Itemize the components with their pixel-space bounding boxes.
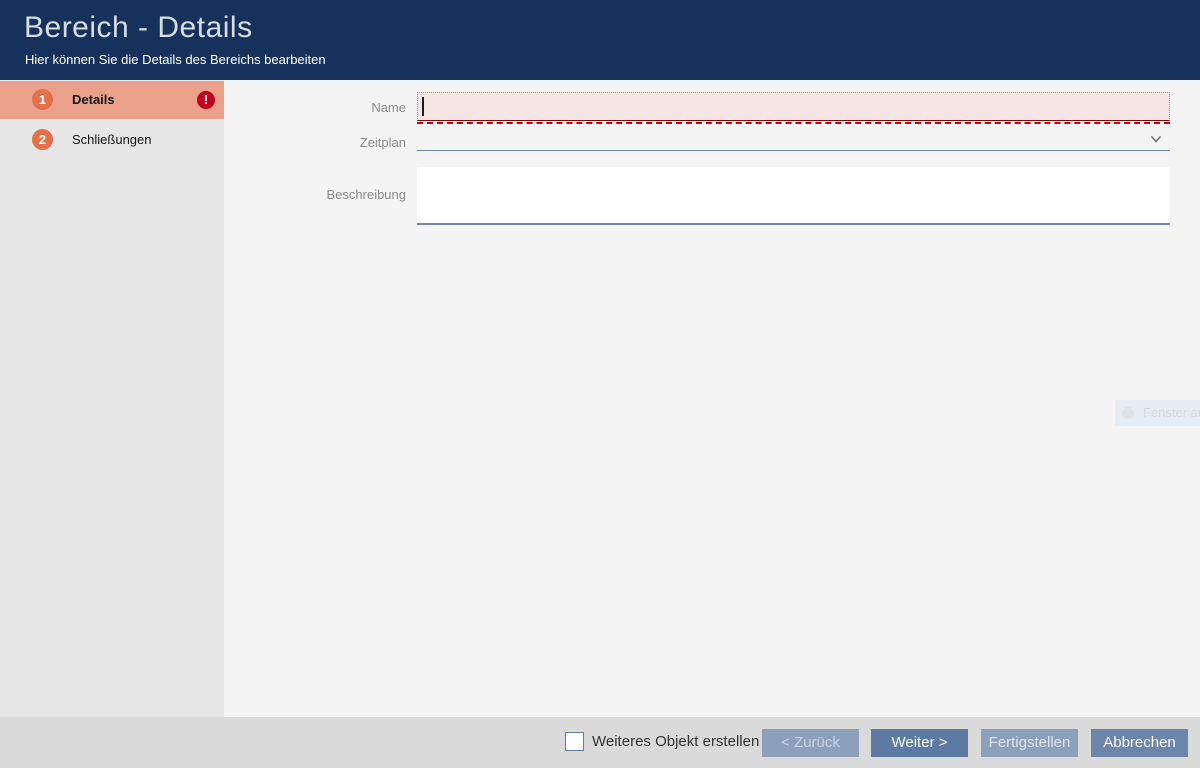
- step-label: Schließungen: [72, 121, 152, 159]
- name-label: Name: [226, 100, 406, 115]
- wizard-window: Bereich - Details Hier können Sie die De…: [0, 0, 1200, 768]
- zeitplan-label: Zeitplan: [226, 135, 406, 150]
- name-input[interactable]: [417, 92, 1170, 121]
- pin-icon: [1122, 407, 1134, 419]
- zeitplan-dropdown[interactable]: [417, 128, 1170, 151]
- footer-bar: Weiteres Objekt erstellen < Zurück Weite…: [0, 717, 1200, 768]
- page-title: Bereich - Details: [24, 11, 253, 45]
- step-number-badge: 1: [32, 89, 53, 110]
- weiteres-objekt-checkbox[interactable]: [565, 732, 584, 751]
- step-item-schliessungen[interactable]: 2 Schließungen: [0, 121, 224, 159]
- weiter-button[interactable]: Weiter >: [871, 729, 968, 757]
- name-error-underline: [417, 122, 1170, 124]
- wizard-steps-sidebar: 1 Details ! 2 Schließungen: [0, 80, 224, 717]
- weiteres-objekt-label: Weiteres Objekt erstellen: [592, 733, 759, 750]
- fenster-flyout-tab[interactable]: Fenster au: [1115, 400, 1200, 426]
- beschreibung-label: Beschreibung: [226, 187, 406, 202]
- fenster-tab-label: Fenster au: [1143, 405, 1200, 420]
- step-number-badge: 2: [32, 129, 53, 150]
- abbrechen-button[interactable]: Abbrechen: [1091, 729, 1188, 757]
- text-caret: [422, 97, 424, 116]
- page-subtitle: Hier können Sie die Details des Bereichs…: [25, 52, 326, 67]
- beschreibung-textarea[interactable]: [417, 167, 1170, 225]
- chevron-down-icon: [1150, 135, 1162, 144]
- step-item-details[interactable]: 1 Details !: [0, 81, 224, 119]
- zurueck-button[interactable]: < Zurück: [762, 729, 859, 757]
- step-label: Details: [72, 81, 115, 119]
- fertigstellen-button[interactable]: Fertigstellen: [981, 729, 1078, 757]
- validation-error-icon: !: [197, 91, 215, 109]
- header-banner: Bereich - Details Hier können Sie die De…: [0, 0, 1200, 80]
